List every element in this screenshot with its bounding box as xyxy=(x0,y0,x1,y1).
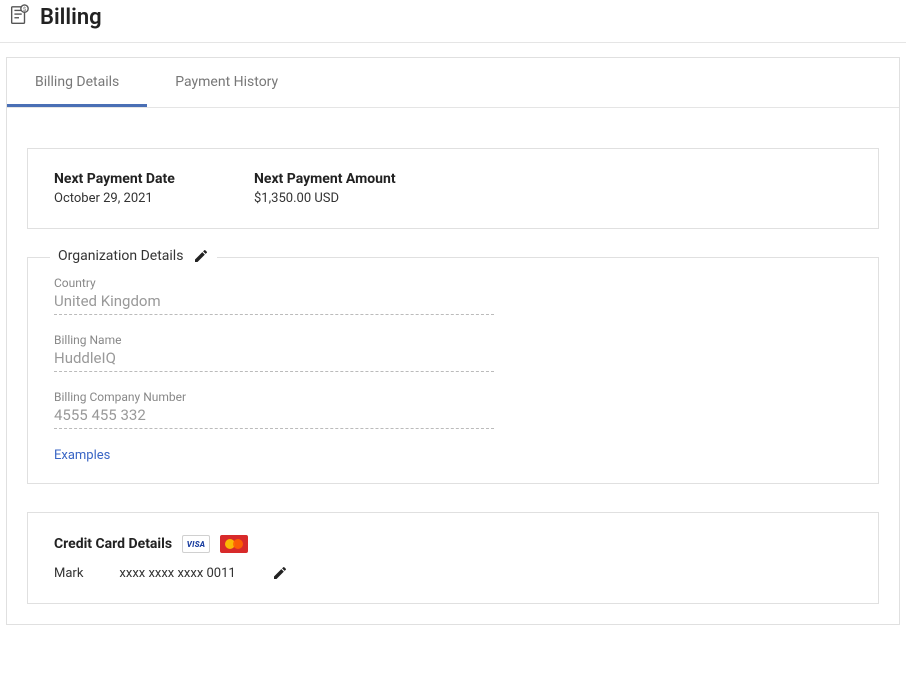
credit-card-row: Mark xxxx xxxx xxxx 0011 xyxy=(54,565,852,581)
billing-name-field: Billing Name HuddleIQ xyxy=(54,333,494,372)
tab-billing-details[interactable]: Billing Details xyxy=(7,58,147,107)
next-payment-date: Next Payment Date October 29, 2021 xyxy=(54,171,214,206)
tab-label: Billing Details xyxy=(35,74,119,90)
tab-payment-history[interactable]: Payment History xyxy=(147,58,306,107)
credit-card-section: Credit Card Details VISA Mark xxxx xxxx … xyxy=(27,512,879,604)
tab-content: Next Payment Date October 29, 2021 Next … xyxy=(7,108,899,604)
next-payment-amount-label: Next Payment Amount xyxy=(254,171,414,187)
country-value: United Kingdom xyxy=(54,292,494,315)
svg-text:$: $ xyxy=(23,6,26,13)
visa-icon: VISA xyxy=(182,535,210,553)
next-payment-amount-value: $1,350.00 USD xyxy=(254,191,414,206)
organization-details-title: Organization Details xyxy=(58,248,183,264)
organization-details-section: Organization Details Country United King… xyxy=(27,257,879,484)
tab-label: Payment History xyxy=(175,74,278,90)
country-field: Country United Kingdom xyxy=(54,276,494,315)
edit-card-button[interactable] xyxy=(272,565,288,581)
billing-name-value: HuddleIQ xyxy=(54,349,494,372)
company-number-field: Billing Company Number 4555 455 332 xyxy=(54,390,494,429)
next-payment-date-value: October 29, 2021 xyxy=(54,191,214,206)
examples-link[interactable]: Examples xyxy=(54,448,110,463)
page-header: $ Billing xyxy=(0,0,906,43)
company-number-label: Billing Company Number xyxy=(54,390,494,404)
next-payment-amount: Next Payment Amount $1,350.00 USD xyxy=(254,171,414,206)
billing-container: Billing Details Payment History Next Pay… xyxy=(6,57,900,625)
tabs-bar: Billing Details Payment History xyxy=(7,58,899,108)
organization-details-legend: Organization Details xyxy=(50,248,217,264)
next-payment-date-label: Next Payment Date xyxy=(54,171,214,187)
company-number-value: 4555 455 332 xyxy=(54,406,494,429)
card-masked-number: xxxx xxxx xxxx 0011 xyxy=(119,566,235,581)
billing-icon: $ xyxy=(8,4,30,30)
credit-card-header: Credit Card Details VISA xyxy=(54,535,852,553)
cardholder-name: Mark xyxy=(54,566,83,581)
edit-organization-button[interactable] xyxy=(193,248,209,264)
billing-name-label: Billing Name xyxy=(54,333,494,347)
country-label: Country xyxy=(54,276,494,290)
payment-summary-box: Next Payment Date October 29, 2021 Next … xyxy=(27,148,879,229)
page-title: Billing xyxy=(40,5,102,30)
mastercard-icon xyxy=(220,535,248,553)
credit-card-title: Credit Card Details xyxy=(54,536,172,552)
